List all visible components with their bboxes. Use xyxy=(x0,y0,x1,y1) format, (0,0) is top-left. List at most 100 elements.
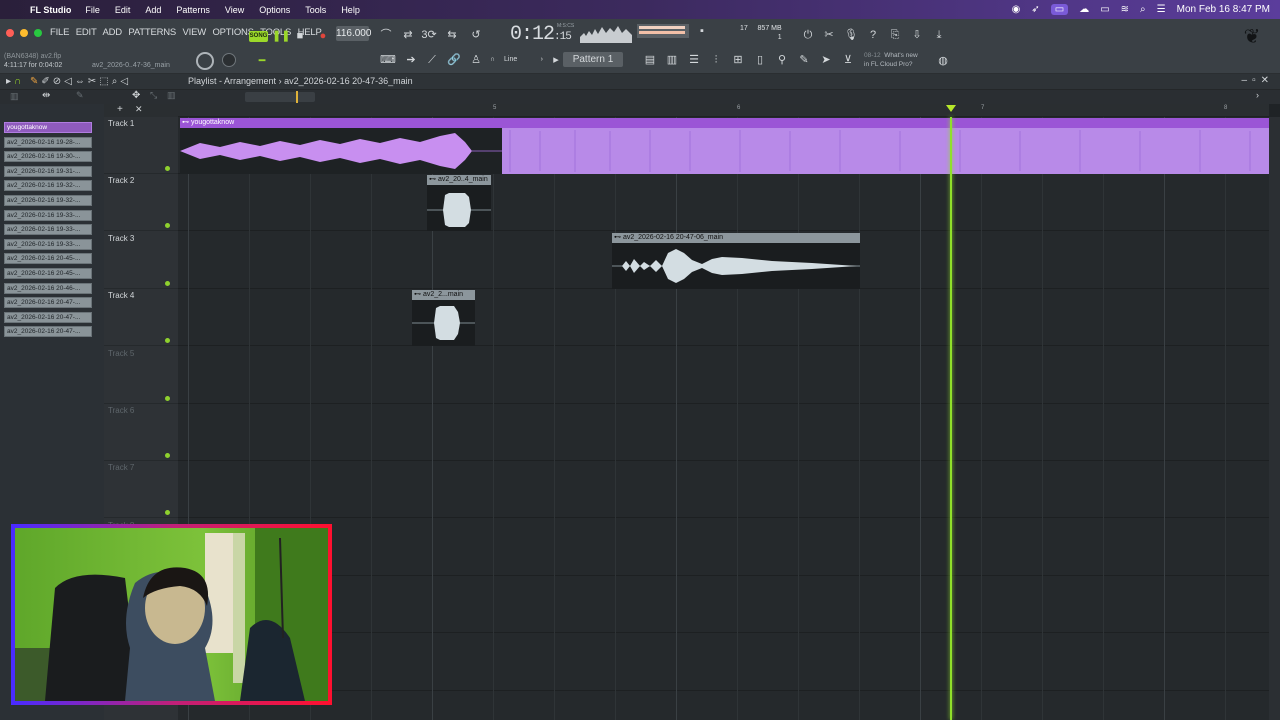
wifi-icon[interactable]: ≋ xyxy=(1121,4,1129,15)
track-lane[interactable] xyxy=(178,404,1269,461)
track-mute-led[interactable] xyxy=(165,453,170,458)
app-menu[interactable]: FL Studio xyxy=(30,5,71,15)
news-panel[interactable]: 08-12 What's new in FL Cloud Pro? xyxy=(864,51,918,69)
pause-icon[interactable]: ❚❚ xyxy=(272,28,290,44)
status-record-icon[interactable]: ◉ xyxy=(1012,4,1021,15)
send-icon[interactable]: ➤ xyxy=(818,52,834,68)
wait-input-icon[interactable]: ⇄ xyxy=(400,27,416,43)
track-header[interactable]: Track 5 xyxy=(104,347,178,404)
audio-clip-track2[interactable]: ⊷ av2_20..4_main xyxy=(427,175,491,231)
snap-selector[interactable]: ∩ Line › xyxy=(488,53,543,66)
menu-file[interactable]: File xyxy=(85,5,100,15)
audio-clip-track4[interactable]: ⊷ av2_2...main xyxy=(412,290,475,346)
fl-menu-edit[interactable]: EDIT xyxy=(76,27,97,38)
timeline-ruler[interactable]: 5 6 7 8 xyxy=(178,104,1269,117)
cloud-icon[interactable]: ☁ xyxy=(1079,4,1089,15)
delete-icon[interactable]: ⊘ xyxy=(53,76,64,87)
horizontal-scroller[interactable]: ▥ ⇹ ✎ ✥ ⤡ ▥ › xyxy=(0,90,1280,104)
menu-options[interactable]: Options xyxy=(259,5,290,15)
track-lane[interactable] xyxy=(178,461,1269,519)
picker-toggle-icon[interactable]: ▥ xyxy=(10,91,19,102)
record-icon[interactable]: ● xyxy=(315,28,331,44)
mixer-icon[interactable]: ⫶ xyxy=(708,52,724,68)
picker-item[interactable]: yougottaknow xyxy=(4,122,92,133)
close-window-icon[interactable] xyxy=(6,29,14,37)
playlist-grid[interactable]: ⊷ yougottaknow ⊷ av2_20..4_main ⊷ av2_20… xyxy=(178,117,1269,720)
minimize-window-icon[interactable] xyxy=(20,29,28,37)
resize-icon[interactable]: ⤡ xyxy=(150,90,157,101)
track-mute-led[interactable] xyxy=(165,223,170,229)
master-volume-knob[interactable] xyxy=(196,52,214,70)
picker-item[interactable]: av2_2026-02-16 20-45-... xyxy=(4,268,92,279)
screen-icon[interactable]: ▭ xyxy=(1050,4,1069,15)
picker-item[interactable]: av2_2026-02-16 19-32-... xyxy=(4,180,92,192)
pencil-icon[interactable]: ✎ xyxy=(30,76,41,87)
slip-icon[interactable]: ⇔ xyxy=(75,76,88,87)
battery-icon[interactable]: ▭ xyxy=(1100,4,1109,15)
picker-item[interactable]: av2_2026-02-16 20-47-... xyxy=(4,297,92,309)
menu-view[interactable]: View xyxy=(225,5,244,15)
stop-icon[interactable]: ■ xyxy=(292,28,308,44)
picker-item[interactable]: av2_2026-02-16 19-32-... xyxy=(4,195,92,206)
zoom-window-icon[interactable] xyxy=(34,29,42,37)
picker-item[interactable]: av2_2026-02-16 19-28-... xyxy=(4,136,92,148)
vertical-scrollbar[interactable] xyxy=(1269,117,1280,720)
picker-item[interactable]: av2_2026-02-16 19-33-... xyxy=(4,238,92,250)
playhead[interactable] xyxy=(950,117,952,720)
audio-clip-yougottaknow[interactable]: ⊷ yougottaknow xyxy=(180,118,1269,174)
step-edit-icon[interactable]: ➔ xyxy=(403,52,419,68)
search-icon[interactable]: ⌕ xyxy=(1140,4,1146,15)
playhead-marker[interactable] xyxy=(946,105,956,112)
track-mute-led[interactable] xyxy=(165,280,170,286)
browser-icon[interactable]: ⊞ xyxy=(730,52,746,68)
menu-patterns[interactable]: Patterns xyxy=(176,5,210,15)
track-lane[interactable] xyxy=(178,347,1269,404)
typing-keyboard-icon[interactable]: ⌨ xyxy=(380,52,396,68)
menubar-clock[interactable]: Mon Feb 16 8:47 PM xyxy=(1177,4,1270,15)
picker-item[interactable]: av2_2026-02-16 20-47-... xyxy=(4,326,92,338)
track-mute-led[interactable] xyxy=(165,510,170,516)
link-icon[interactable]: 🔗 xyxy=(446,52,462,68)
track-lane[interactable] xyxy=(178,289,1269,347)
add-track-icon[interactable]: + xyxy=(117,104,123,115)
track-lane[interactable] xyxy=(178,691,1269,720)
track-header[interactable]: Track 4 xyxy=(104,289,178,347)
tempo-display[interactable]: 116.000 xyxy=(336,26,371,41)
control-center-icon[interactable]: ☰ xyxy=(1157,4,1166,15)
picker-item[interactable]: av2_2026-02-16 19-30-... xyxy=(4,151,92,163)
brush-icon[interactable]: ✐ xyxy=(41,76,52,87)
song-mode-toggle[interactable]: SONG xyxy=(249,31,268,42)
track-lane[interactable] xyxy=(178,634,1269,691)
slice-icon[interactable]: ✂ xyxy=(88,76,99,87)
plugin-icon[interactable]: ✂ xyxy=(821,27,837,43)
select-icon[interactable]: ⬚ xyxy=(99,76,111,87)
metronome-icon[interactable]: ⌒ xyxy=(378,27,394,43)
globe-icon[interactable]: ◍ xyxy=(935,53,951,69)
fl-menu-file[interactable]: FILE xyxy=(50,27,69,38)
track-header[interactable]: Track 2 xyxy=(104,174,178,232)
countdown-icon[interactable]: 3⟳ xyxy=(421,27,437,43)
close-x-icon[interactable]: ✕ xyxy=(135,104,143,115)
playback-icon[interactable]: ◁ xyxy=(120,76,131,87)
pattern-selector[interactable]: Pattern 1 xyxy=(563,52,623,67)
fl-menu-add[interactable]: ADD xyxy=(102,27,122,38)
track-header[interactable]: Track 1 xyxy=(104,117,178,174)
playlist-icon[interactable]: ▤ xyxy=(642,52,658,68)
mute-icon[interactable]: ◁ xyxy=(64,76,75,87)
scroll-right-icon[interactable]: › xyxy=(1256,90,1259,100)
stamp-icon[interactable]: ♙ xyxy=(468,52,484,68)
zoom-fit-icon[interactable]: ⇹ xyxy=(42,90,50,101)
help-icon[interactable]: ? xyxy=(865,27,881,43)
export-icon[interactable]: ⇩ xyxy=(909,27,925,43)
track-lane[interactable] xyxy=(178,576,1269,634)
menu-add[interactable]: Add xyxy=(145,5,161,15)
maximize-icon[interactable]: ▫ xyxy=(1252,75,1261,86)
picker-item[interactable]: av2_2026-02-16 20-45-... xyxy=(4,253,92,265)
slide-icon[interactable]: ⟋ xyxy=(424,52,440,68)
minimize-icon[interactable]: – xyxy=(1242,75,1253,86)
track-lane[interactable] xyxy=(178,519,1269,576)
pattern-play-icon[interactable]: ▸ xyxy=(548,52,564,68)
menu-grid-icon[interactable]: ▥ xyxy=(167,90,176,101)
power-icon[interactable]: ⏻ xyxy=(800,27,816,43)
magnet-snap-icon[interactable]: ∩ xyxy=(14,76,24,87)
